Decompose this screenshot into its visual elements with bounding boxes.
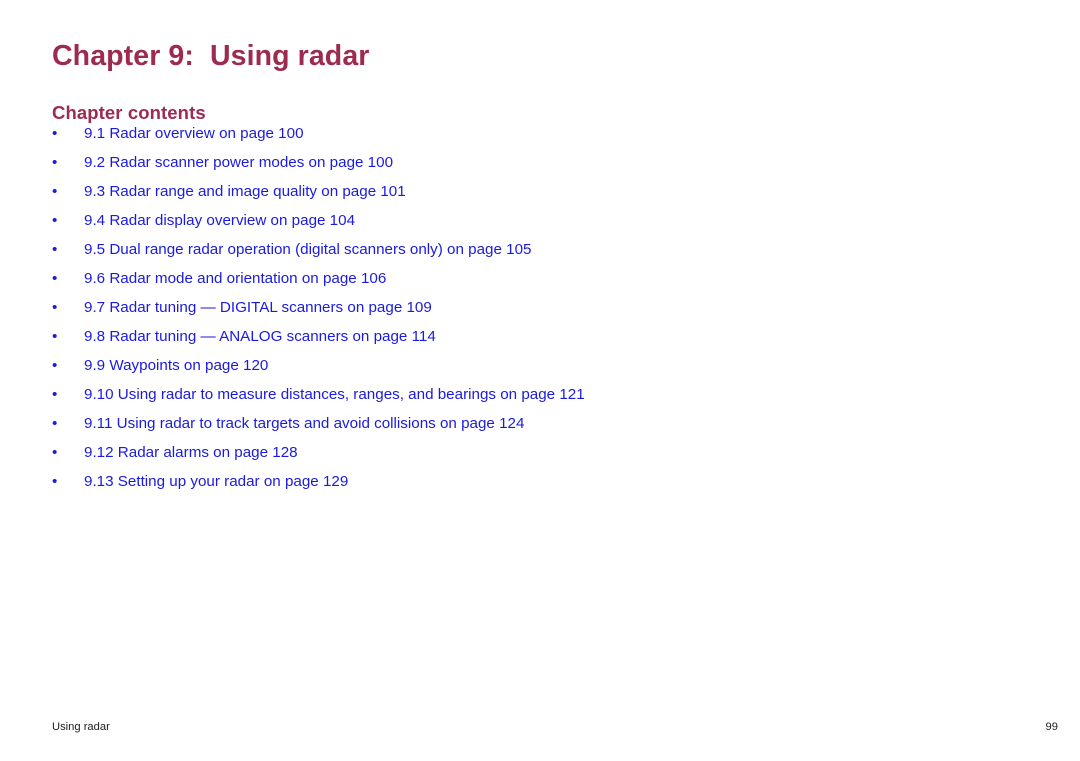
contents-link[interactable]: 9.11 Using radar to track targets and av… <box>84 415 524 432</box>
list-item[interactable]: • 9.6 Radar mode and orientation on page … <box>52 264 1032 293</box>
contents-link[interactable]: 9.7 Radar tuning — DIGITAL scanners on p… <box>84 299 432 316</box>
contents-link[interactable]: 9.12 Radar alarms on page 128 <box>84 444 298 461</box>
list-item[interactable]: • 9.13 Setting up your radar on page 129 <box>52 467 1032 496</box>
bullet-icon: • <box>52 183 58 200</box>
page-title: Chapter 9: Using radar <box>52 40 370 73</box>
bullet-icon: • <box>52 328 58 345</box>
list-item[interactable]: • 9.4 Radar display overview on page 104 <box>52 206 1032 235</box>
document-page: Chapter 9: Using radar Chapter contents … <box>0 0 1080 761</box>
contents-link[interactable]: 9.13 Setting up your radar on page 129 <box>84 473 348 490</box>
contents-link[interactable]: 9.10 Using radar to measure distances, r… <box>84 386 585 403</box>
list-item[interactable]: • 9.8 Radar tuning — ANALOG scanners on p… <box>52 322 1032 351</box>
list-item[interactable]: • 9.7 Radar tuning — DIGITAL scanners on … <box>52 293 1032 322</box>
list-item[interactable]: • 9.12 Radar alarms on page 128 <box>52 438 1032 467</box>
bullet-icon: • <box>52 154 58 171</box>
bullet-icon: • <box>52 270 58 287</box>
page-footer: Using radar 99 <box>0 718 1080 738</box>
list-item[interactable]: • 9.10 Using radar to measure distances, … <box>52 380 1032 409</box>
bullet-icon: • <box>52 241 58 258</box>
contents-link[interactable]: 9.3 Radar range and image quality on pag… <box>84 183 406 200</box>
contents-link[interactable]: 9.1 Radar overview on page 100 <box>84 125 304 142</box>
bullet-icon: • <box>52 125 58 142</box>
contents-link[interactable]: 9.9 Waypoints on page 120 <box>84 357 268 374</box>
list-item[interactable]: • 9.9 Waypoints on page 120 <box>52 351 1032 380</box>
list-item[interactable]: • 9.5 Dual range radar operation (digital… <box>52 235 1032 264</box>
bullet-icon: • <box>52 415 58 432</box>
bullet-icon: • <box>52 299 58 316</box>
bullet-icon: • <box>52 212 58 229</box>
list-item[interactable]: • 9.2 Radar scanner power modes on page 1… <box>52 148 1032 177</box>
footer-chapter-label: Using radar <box>52 721 110 733</box>
footer-page-number: 99 <box>1045 721 1058 733</box>
contents-link[interactable]: 9.4 Radar display overview on page 104 <box>84 212 355 229</box>
bullet-icon: • <box>52 444 58 461</box>
list-item[interactable]: • 9.1 Radar overview on page 100 <box>52 119 1032 148</box>
contents-link[interactable]: 9.5 Dual range radar operation (digital … <box>84 241 531 258</box>
list-item[interactable]: • 9.3 Radar range and image quality on pa… <box>52 177 1032 206</box>
bullet-icon: • <box>52 357 58 374</box>
bullet-icon: • <box>52 386 58 403</box>
contents-link[interactable]: 9.2 Radar scanner power modes on page 10… <box>84 154 393 171</box>
bullet-icon: • <box>52 473 58 490</box>
list-item[interactable]: • 9.11 Using radar to track targets and a… <box>52 409 1032 438</box>
contents-link[interactable]: 9.6 Radar mode and orientation on page 1… <box>84 270 386 287</box>
chapter-contents-list: • 9.1 Radar overview on page 100 • 9.2 Rada… <box>52 119 1032 496</box>
contents-link[interactable]: 9.8 Radar tuning — ANALOG scanners on pa… <box>84 328 436 345</box>
